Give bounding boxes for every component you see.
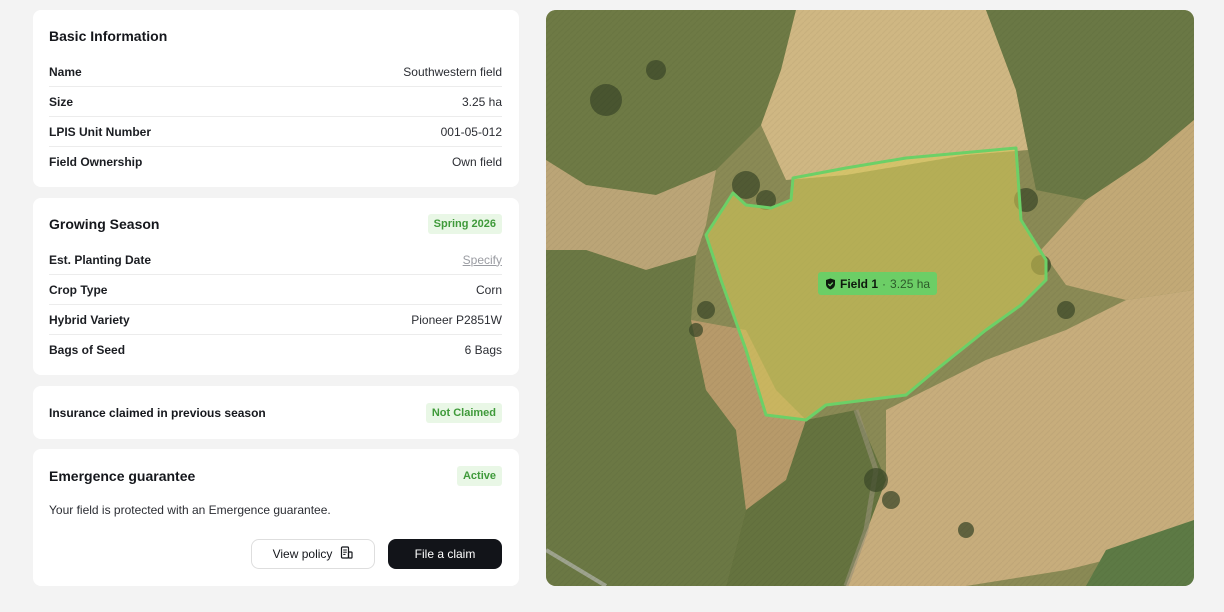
basic-information-card: Basic Information Name Southwestern fiel…	[33, 10, 519, 187]
insurance-card: Insurance claimed in previous season Not…	[33, 386, 519, 439]
season-row-crop-type: Crop Type Corn	[49, 275, 502, 305]
info-row-value: Southwestern field	[403, 64, 502, 79]
info-row-name: Name Southwestern field	[49, 57, 502, 87]
info-row-ownership: Field Ownership Own field	[49, 147, 502, 177]
emergence-title: Emergence guarantee	[49, 467, 196, 484]
insurance-row: Insurance claimed in previous season Not…	[49, 386, 502, 439]
growing-season-rows: Est. Planting Date Specify Crop Type Cor…	[49, 245, 502, 365]
file-claim-button[interactable]: File a claim	[388, 539, 502, 569]
growing-season-header: Growing Season Spring 2026	[49, 198, 502, 250]
emergence-header: Emergence guarantee Active	[49, 449, 502, 502]
info-row-label: Name	[49, 64, 82, 79]
info-row-lpis: LPIS Unit Number 001-05-012	[49, 117, 502, 147]
season-row-value: Pioneer P2851W	[411, 312, 502, 327]
season-row-planting-date: Est. Planting Date Specify	[49, 245, 502, 275]
info-row-size: Size 3.25 ha	[49, 87, 502, 117]
basic-information-title: Basic Information	[49, 28, 168, 44]
info-row-value: 001-05-012	[440, 124, 502, 139]
growing-season-title: Growing Season	[49, 216, 160, 232]
info-row-label: Size	[49, 94, 74, 109]
insurance-status-badge: Not Claimed	[425, 402, 502, 423]
growing-season-card: Growing Season Spring 2026 Est. Planting…	[33, 198, 519, 375]
season-row-value: Corn	[475, 282, 502, 297]
season-row-hybrid-variety: Hybrid Variety Pioneer P2851W	[49, 305, 502, 335]
emergence-description: Your field is protected with an Emergenc…	[49, 503, 331, 517]
info-row-value: Own field	[451, 155, 502, 169]
satellite-map[interactable]: Field 1 · 3.25 ha	[546, 10, 1194, 586]
emergence-actions: View policy File a claim	[251, 539, 502, 569]
season-badge: Spring 2026	[427, 214, 502, 234]
field-size: 3.25 ha	[890, 276, 931, 291]
field-separator: ·	[882, 276, 887, 291]
document-icon	[340, 546, 354, 562]
season-row-label: Hybrid Variety	[49, 312, 130, 327]
view-policy-button[interactable]: View policy	[251, 539, 375, 569]
view-policy-label: View policy	[272, 547, 333, 561]
season-row-value: 6 Bags	[464, 343, 502, 357]
specify-planting-date-link[interactable]: Specify	[463, 253, 502, 267]
emergence-guarantee-card: Emergence guarantee Active Your field is…	[33, 449, 519, 586]
info-row-value: 3.25 ha	[461, 94, 502, 109]
season-row-label: Est. Planting Date	[49, 252, 152, 267]
season-row-label: Bags of Seed	[49, 343, 126, 357]
season-row-bags-of-seed: Bags of Seed 6 Bags	[49, 335, 502, 365]
guarantee-status-badge: Active	[456, 465, 502, 486]
shield-check-icon	[825, 278, 836, 290]
season-row-label: Crop Type	[49, 282, 108, 297]
info-row-label: Field Ownership	[49, 155, 143, 169]
info-row-label: LPIS Unit Number	[49, 124, 152, 139]
insurance-label: Insurance claimed in previous season	[49, 405, 266, 420]
field-label[interactable]: Field 1 · 3.25 ha	[818, 272, 938, 295]
field-name: Field 1	[840, 276, 879, 291]
basic-information-header: Basic Information	[49, 10, 502, 62]
satellite-imagery	[546, 10, 1194, 586]
basic-information-rows: Name Southwestern field Size 3.25 ha LPI…	[49, 57, 502, 177]
